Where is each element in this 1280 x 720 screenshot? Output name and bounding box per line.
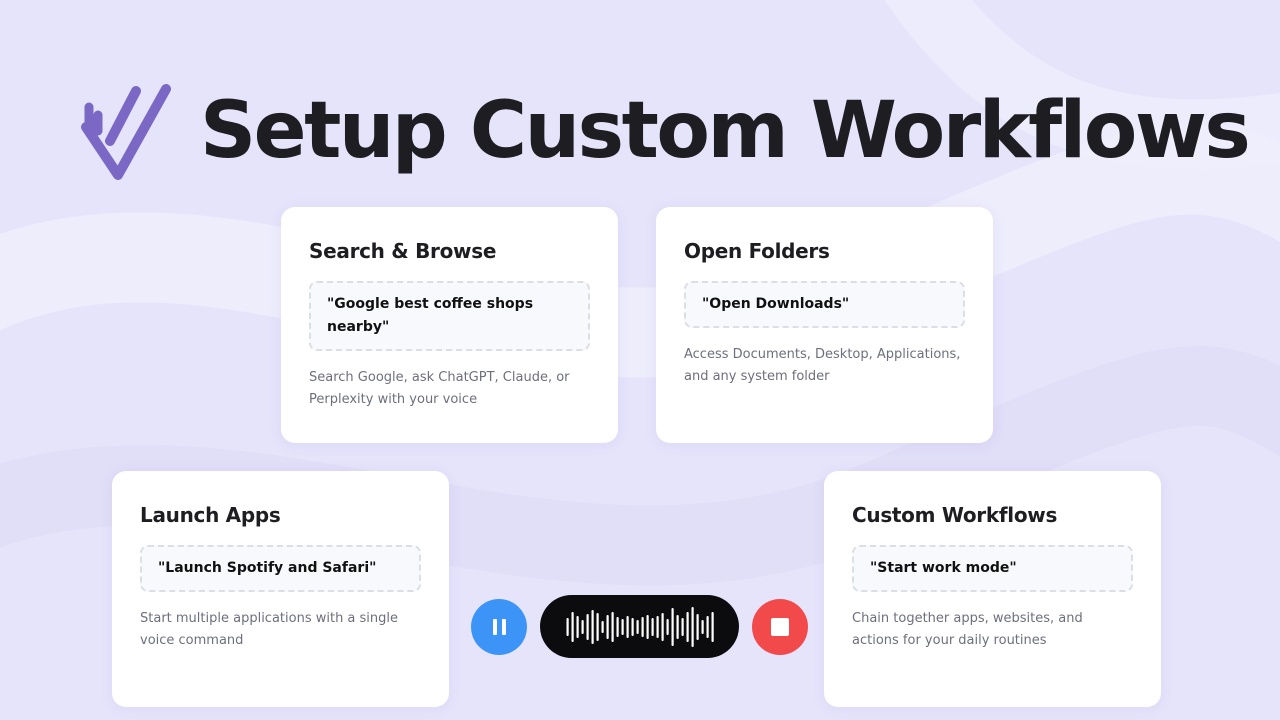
waveform-bar bbox=[666, 618, 669, 635]
waveform-bar bbox=[661, 612, 664, 641]
waveform-bar bbox=[626, 615, 629, 638]
command-example: "Start work mode" bbox=[852, 545, 1133, 592]
page-title: Setup Custom Workflows bbox=[200, 86, 1251, 176]
pause-button[interactable] bbox=[471, 598, 527, 655]
waveform-bar bbox=[681, 617, 684, 636]
card-title: Launch Apps bbox=[140, 503, 281, 527]
waveform-icon bbox=[566, 606, 714, 647]
card-description: Start multiple applications with a singl… bbox=[140, 611, 399, 648]
card-description: Access Documents, Desktop, Applications,… bbox=[684, 347, 961, 384]
waveform-bar bbox=[621, 618, 624, 635]
waveform-bar bbox=[671, 607, 674, 646]
command-example: "Google best coffee shops nearby" bbox=[309, 281, 590, 351]
pause-icon bbox=[490, 618, 508, 635]
waveform-bar bbox=[701, 619, 704, 634]
card-title: Open Folders bbox=[684, 239, 830, 263]
waveform-bar bbox=[581, 619, 584, 634]
waveform-bar bbox=[711, 611, 714, 642]
card-custom-workflows: Custom Workflows "Start work mode" Chain… bbox=[824, 471, 1161, 707]
waveform-bar bbox=[611, 611, 614, 642]
waveform-bar bbox=[631, 617, 634, 636]
waveform-bar bbox=[696, 613, 699, 640]
waveform-bar bbox=[571, 611, 574, 642]
card-title: Custom Workflows bbox=[852, 503, 1058, 527]
waveform-bar bbox=[606, 614, 609, 639]
waveform-bar bbox=[651, 617, 654, 636]
stop-button[interactable] bbox=[752, 598, 808, 655]
command-example: "Open Downloads" bbox=[684, 281, 965, 328]
card-search-browse: Search & Browse "Google best coffee shop… bbox=[281, 207, 618, 443]
voice-controls bbox=[471, 595, 808, 658]
command-example: "Launch Spotify and Safari" bbox=[140, 545, 421, 592]
waveform-bar bbox=[686, 611, 689, 642]
waveform-bar bbox=[596, 612, 599, 641]
waveform-bar bbox=[591, 609, 594, 644]
waveform-bar bbox=[691, 606, 694, 647]
waveform-bar bbox=[601, 620, 604, 633]
stop-icon bbox=[771, 617, 789, 636]
logo-icon bbox=[81, 84, 171, 180]
card-description: Search Google, ask ChatGPT, Claude, or P… bbox=[309, 370, 570, 407]
header: Setup Custom Workflows bbox=[78, 78, 1251, 184]
waveform-bar bbox=[636, 619, 639, 634]
card-open-folders: Open Folders "Open Downloads" Access Doc… bbox=[656, 207, 993, 443]
waveform-display bbox=[540, 595, 739, 658]
waveform-bar bbox=[646, 614, 649, 639]
waveform-bar bbox=[706, 615, 709, 638]
waveform-bar bbox=[656, 615, 659, 638]
card-title: Search & Browse bbox=[309, 239, 497, 263]
waveform-bar bbox=[616, 616, 619, 637]
card-description: Chain together apps, websites, and actio… bbox=[852, 611, 1083, 648]
waveform-bar bbox=[641, 616, 644, 637]
card-launch-apps: Launch Apps "Launch Spotify and Safari" … bbox=[112, 471, 449, 707]
waveform-bar bbox=[586, 613, 589, 640]
waveform-bar bbox=[566, 617, 569, 636]
waveform-bar bbox=[576, 615, 579, 638]
waveform-bar bbox=[676, 614, 679, 639]
